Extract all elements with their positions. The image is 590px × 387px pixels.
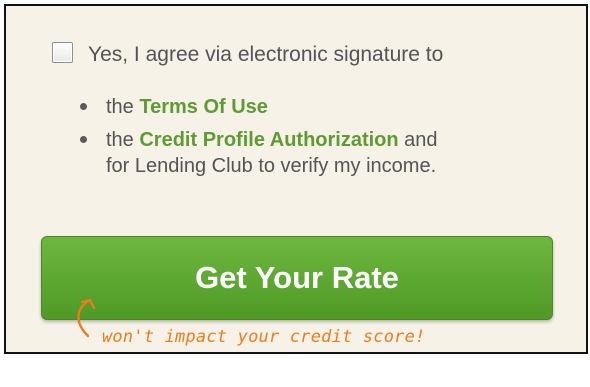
agree-label[interactable]: Yes, I agree via electronic signature to [88,42,443,68]
terms-suffix: and [398,129,438,151]
terms-list: the Terms Of Use the Credit Profile Auth… [80,94,438,179]
bullet-icon [80,136,87,143]
terms-continuation: for Lending Club to verify my income. [106,155,437,177]
terms-prefix: the [106,129,140,151]
terms-list-item: the Credit Profile Authorization and for … [80,127,438,179]
terms-prefix: the [106,96,140,118]
rate-check-panel: Yes, I agree via electronic signature to… [4,4,588,354]
bullet-icon [80,103,87,110]
terms-list-item: the Terms Of Use [80,94,438,120]
agree-checkbox[interactable] [52,42,73,63]
get-your-rate-button[interactable]: Get Your Rate [41,236,553,320]
credit-score-note: won't impact your credit score! [102,327,426,347]
credit-profile-authorization-link[interactable]: Credit Profile Authorization [139,129,398,151]
terms-of-use-link[interactable]: Terms Of Use [139,96,268,118]
